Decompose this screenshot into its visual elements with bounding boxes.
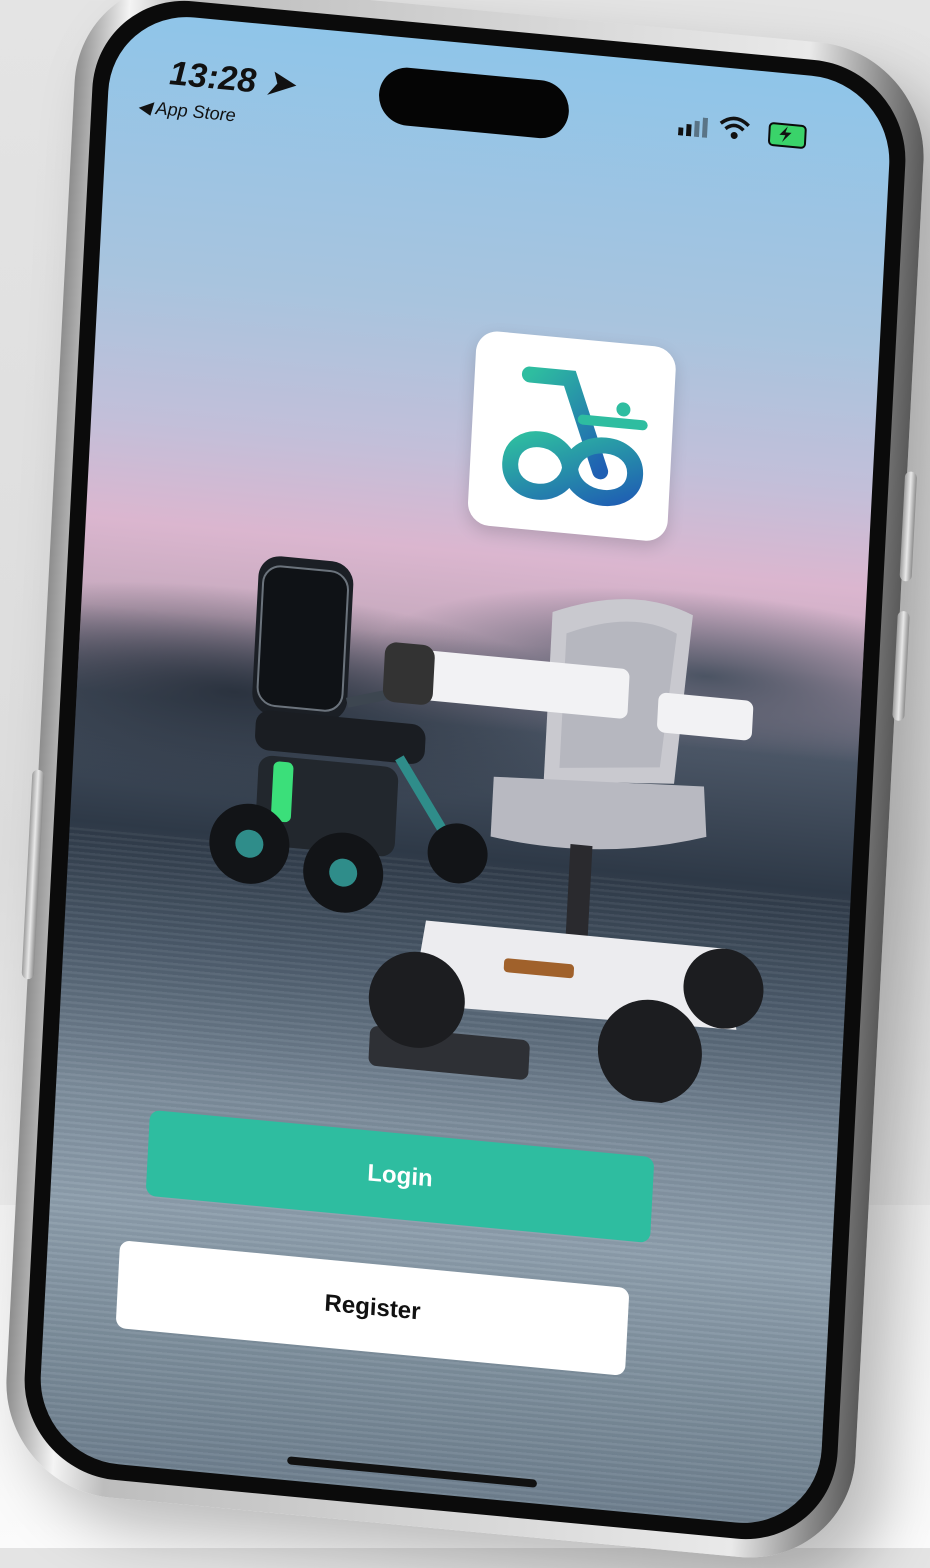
status-time: 13:28 ➤ [168, 53, 295, 105]
wifi-icon [719, 116, 750, 139]
location-arrow-icon: ➤ [264, 63, 296, 104]
battery-charging-icon [767, 121, 807, 150]
back-triangle-icon: ◀ [137, 96, 152, 118]
back-to-app-link[interactable]: ◀ App Store [137, 96, 236, 126]
dynamic-island [377, 65, 571, 141]
phone-device: 13:28 ➤ ◀ App Store Login Register [0, 0, 930, 1568]
app-screen: 13:28 ➤ ◀ App Store Login Register [36, 9, 894, 1531]
time-label: 13:28 [168, 54, 258, 101]
app-logo-icon [502, 366, 648, 506]
white-wheelchair-image [368, 599, 764, 1104]
cellular-signal-icon [677, 117, 708, 138]
app-logo-tile [466, 329, 677, 543]
back-app-label: App Store [155, 97, 237, 126]
